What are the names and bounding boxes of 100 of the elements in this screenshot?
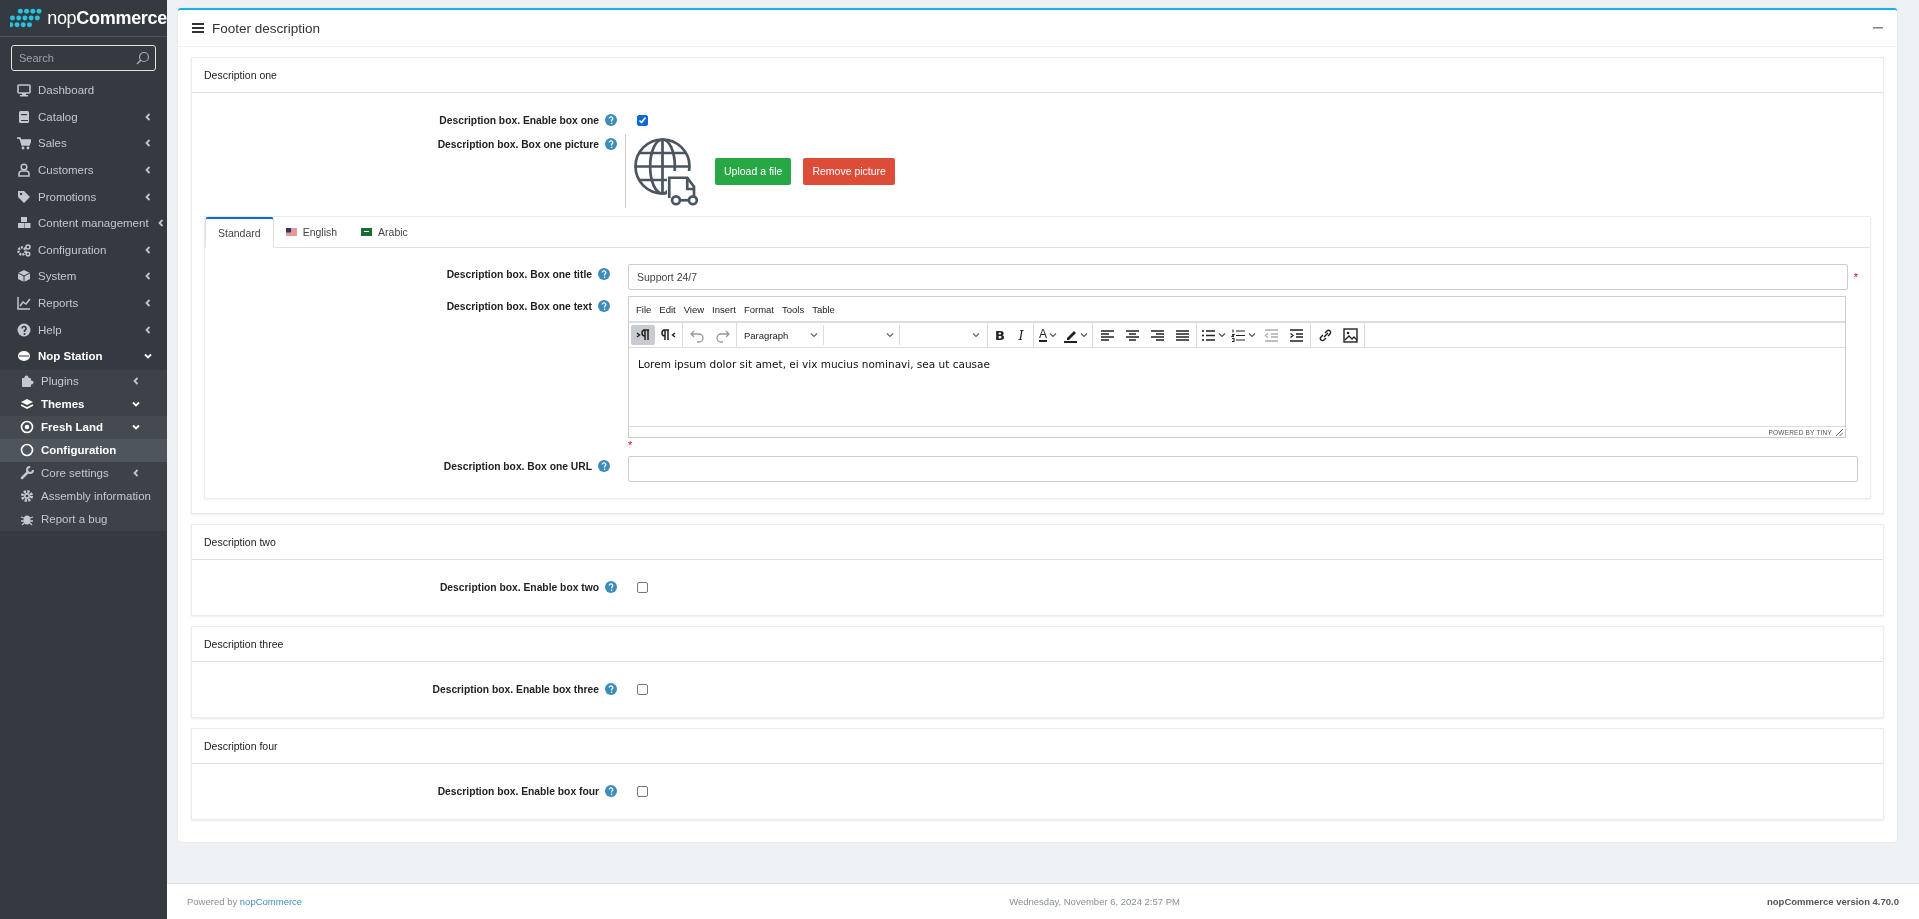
language-tab[interactable]: English (273, 217, 350, 247)
field-label: Description box. Box one URL (443, 460, 592, 472)
sidebar-item[interactable]: Content management (0, 209, 167, 237)
checkbox[interactable] (637, 683, 648, 695)
checkbox[interactable] (637, 114, 648, 126)
gears-icon (17, 242, 31, 257)
brand-logo-text: nopCommerce (47, 7, 167, 29)
help-icon (605, 581, 617, 593)
chart-icon (17, 296, 31, 311)
field-label: Description box. Box one text (446, 300, 592, 312)
blob-icon (17, 349, 31, 364)
align-left-icon (1099, 327, 1115, 343)
section-title: Description three (204, 638, 284, 650)
caret-icon (1049, 331, 1057, 339)
language-tab[interactable]: Standard (205, 217, 274, 248)
sidebar-item[interactable]: Help (0, 316, 167, 343)
nopcommerce-link[interactable]: nopCommerce (239, 896, 303, 907)
align-right-icon (1149, 327, 1165, 343)
bullet-list-icon (1201, 327, 1216, 343)
help-icon (17, 322, 31, 337)
caret-icon (810, 331, 818, 339)
menu-item[interactable]: Edit (655, 303, 680, 315)
help-icon (598, 300, 610, 312)
image-icon (1342, 327, 1358, 343)
help-icon (598, 460, 610, 472)
text-field[interactable] (628, 456, 1858, 482)
help-icon (605, 683, 617, 695)
sidebar-item[interactable]: Themes (0, 392, 167, 416)
sidebar-item[interactable]: Dashboard (0, 77, 167, 104)
sidebar-item[interactable]: Report a bug (0, 507, 167, 531)
sidebar-item[interactable]: Plugins (0, 369, 167, 393)
sidebar-item[interactable]: Catalog (0, 103, 167, 131)
text-color-button[interactable]: A (1036, 325, 1060, 345)
italic-button[interactable]: I (1011, 325, 1031, 345)
required-mark: * (628, 440, 634, 450)
monitor-icon (17, 83, 31, 98)
numbered-list-icon (1231, 327, 1246, 343)
caret-icon (972, 331, 980, 339)
chevron-left-icon (143, 298, 153, 309)
language-tab[interactable]: Arabic (349, 217, 420, 247)
panel-title: Footer description (212, 20, 322, 36)
field-label: Description box. Box one title (446, 268, 592, 280)
editor-text: Lorem ipsum dolor sit amet, ei vix mucius nominavi, sea ut causae (638, 358, 991, 370)
text-field[interactable]: Support 24/7 (628, 264, 1848, 290)
puzzle-icon (20, 374, 34, 389)
cart-icon (17, 136, 31, 151)
sidebar-item[interactable]: Core settings (0, 461, 167, 485)
section-title: Description two (204, 536, 276, 548)
box-icon (17, 269, 31, 284)
chevron-left-icon (143, 271, 153, 282)
sidebar-item[interactable]: Fresh Land (0, 415, 167, 439)
format-dropdown[interactable]: Paragraph (739, 325, 824, 345)
toolbar-button[interactable] (631, 325, 655, 345)
field-label: Description box. Enable box three (432, 683, 599, 695)
flag-icon (285, 228, 297, 236)
bold-button[interactable]: B (990, 325, 1010, 345)
checkbox[interactable] (637, 785, 648, 797)
sidebar-item[interactable]: Promotions (0, 183, 167, 210)
check-icon (638, 115, 647, 125)
caret-icon (1248, 331, 1256, 339)
sidebar-item[interactable]: Sales (0, 130, 167, 157)
menu-item[interactable]: Table (808, 303, 839, 315)
field-label: Description box. Box one picture (437, 138, 599, 150)
tag-icon (17, 189, 31, 204)
menu-item[interactable]: File (632, 303, 656, 315)
field-label: Description box. Enable box two (439, 581, 599, 593)
menu-item[interactable]: Insert (708, 303, 740, 315)
sidebar-item[interactable]: Configuration (0, 438, 167, 462)
sidebar-item[interactable]: Assembly information (0, 484, 167, 508)
book-icon (17, 109, 31, 124)
section-title: Description four (204, 740, 278, 752)
remove-button[interactable]: Remove picture (803, 157, 895, 185)
checkbox[interactable] (637, 581, 648, 593)
sidebar-item[interactable]: Configuration (0, 236, 167, 264)
version-text: nopCommerce version 4.70.0 (1767, 896, 1899, 907)
layers-icon (20, 397, 34, 412)
help-icon (605, 114, 617, 126)
sidebar-item[interactable]: Reports (0, 289, 167, 317)
menu-icon (192, 23, 204, 33)
field-label: Description box. Enable box four (437, 785, 599, 797)
field-label: Description box. Enable box one (439, 114, 599, 126)
chevron-left-icon (131, 468, 141, 479)
chevron-left-icon (143, 191, 153, 202)
resize-handle-icon[interactable] (1836, 428, 1843, 436)
search-field[interactable]: Search (11, 45, 156, 71)
sidebar-item[interactable]: System (0, 263, 167, 290)
search-icon[interactable] (136, 51, 150, 65)
align-justify-icon (1174, 327, 1190, 343)
menu-item[interactable]: Tools (777, 303, 809, 315)
chevron-left-icon (143, 165, 153, 176)
powered-by-text: Powered by nopCommerce (187, 896, 303, 907)
circle-icon (20, 443, 34, 458)
paragraph-rtl-icon (660, 327, 676, 343)
sidebar-item[interactable]: Customers (0, 156, 167, 184)
gear-icon (20, 489, 34, 504)
menu-item[interactable]: View (679, 303, 709, 315)
person-icon (17, 163, 31, 178)
chevron-left-icon (143, 111, 153, 122)
help-icon (598, 268, 610, 280)
menu-item[interactable]: Format (739, 303, 778, 315)
